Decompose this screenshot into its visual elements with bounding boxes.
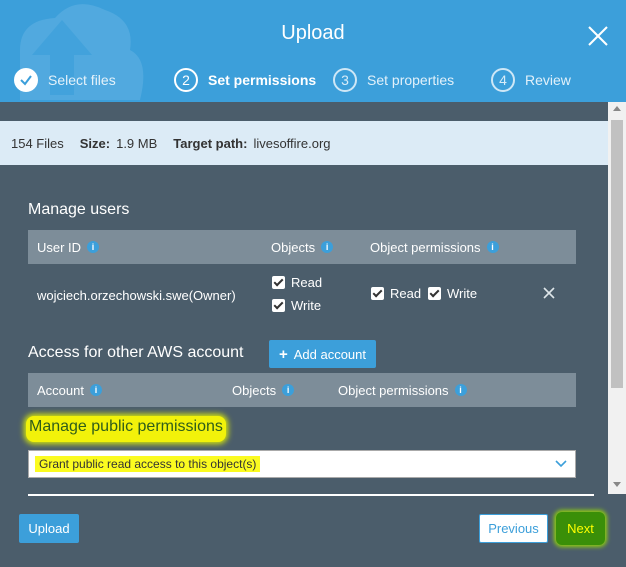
col-label: User ID <box>37 239 82 255</box>
col-user-id: User ID i <box>37 230 100 264</box>
scroll-up-icon[interactable] <box>613 106 621 111</box>
checkbox-checked[interactable] <box>272 299 285 312</box>
info-icon[interactable]: i <box>486 241 499 253</box>
permissions-write-checkbox[interactable]: Write <box>428 286 477 301</box>
upload-summary: 154 Files Size: 1.9 MB Target path: live… <box>0 121 608 165</box>
upload-button[interactable]: Upload <box>19 514 79 543</box>
permissions-read-checkbox[interactable]: Read <box>371 286 421 301</box>
other-account-title: Access for other AWS account <box>28 344 244 361</box>
info-icon[interactable]: i <box>87 241 100 253</box>
info-icon[interactable]: i <box>282 384 295 396</box>
checkbox-checked[interactable] <box>371 287 384 300</box>
target-path-label: Target path: <box>173 135 248 151</box>
plus-icon: + <box>278 345 288 363</box>
public-permissions-select[interactable]: Grant public read access to this object(… <box>28 450 576 478</box>
table-row: wojciech.orzechowski.swe(Owner) Read Wri… <box>28 266 576 324</box>
add-account-button[interactable]: + Add account <box>269 340 376 368</box>
target-path-value: livesoffire.org <box>253 135 331 151</box>
checkbox-label: Write <box>447 286 478 301</box>
step-set-permissions[interactable]: 2 Set permissions <box>174 66 316 94</box>
info-icon[interactable]: i <box>454 384 467 396</box>
check-icon <box>14 68 38 92</box>
public-permissions-title: Manage public permissions <box>26 416 226 442</box>
col-label: Object permissions <box>370 239 481 255</box>
selected-value: Grant public read access to this object(… <box>35 456 261 472</box>
size-label: Size: <box>79 135 111 151</box>
checkbox-checked[interactable] <box>272 276 285 289</box>
info-icon[interactable]: i <box>321 241 334 253</box>
button-label: Add account <box>293 346 367 362</box>
checkbox-label: Read <box>390 286 422 301</box>
step-review[interactable]: 4 Review <box>491 66 571 94</box>
col-account: Account i <box>37 373 102 407</box>
col-object-permissions: Object permissions i <box>338 373 467 407</box>
step-label: Set properties <box>367 72 455 88</box>
step-number: 2 <box>174 68 198 92</box>
col-label: Objects <box>271 239 316 255</box>
objects-write-checkbox[interactable]: Write <box>272 298 321 313</box>
step-set-properties[interactable]: 3 Set properties <box>333 66 454 94</box>
manage-users-title: Manage users <box>28 201 130 218</box>
step-number: 3 <box>333 68 357 92</box>
wizard-steps: Select files 2 Set permissions 3 Set pro… <box>0 66 626 94</box>
step-select-files[interactable]: Select files <box>14 66 116 94</box>
file-count: 154 Files <box>11 135 64 151</box>
col-objects: Objects i <box>271 230 334 264</box>
col-label: Objects <box>232 382 277 398</box>
upload-header: Upload Select files 2 Set permissions 3 … <box>0 0 626 102</box>
scrollbar-thumb[interactable] <box>611 120 623 388</box>
col-object-permissions: Object permissions i <box>370 230 499 264</box>
info-icon[interactable]: i <box>89 384 102 396</box>
checkbox-label: Write <box>291 298 322 313</box>
checkbox-label: Read <box>291 275 323 290</box>
scroll-down-icon[interactable] <box>613 482 621 487</box>
col-label: Object permissions <box>338 382 449 398</box>
step-label: Review <box>525 72 571 88</box>
accounts-table-header: Account i Objects i Object permissions i <box>28 373 576 407</box>
checkbox-checked[interactable] <box>428 287 441 300</box>
close-icon[interactable] <box>584 22 612 50</box>
col-label: Account <box>37 382 84 398</box>
users-table-header: User ID i Objects i Object permissions i <box>28 230 576 264</box>
step-label: Select files <box>48 72 116 88</box>
objects-read-checkbox[interactable]: Read <box>272 275 322 290</box>
previous-button[interactable]: Previous <box>479 514 548 543</box>
divider <box>28 494 594 496</box>
step-label: Set permissions <box>208 72 317 88</box>
dialog-title: Upload <box>281 22 345 44</box>
next-button[interactable]: Next <box>556 512 605 545</box>
remove-user-icon[interactable] <box>540 284 558 302</box>
size-value: 1.9 MB <box>116 135 158 151</box>
chevron-down-icon <box>555 460 567 468</box>
step-number: 4 <box>491 68 515 92</box>
col-objects: Objects i <box>232 373 295 407</box>
user-id: wojciech.orzechowski.swe(Owner) <box>37 288 236 303</box>
